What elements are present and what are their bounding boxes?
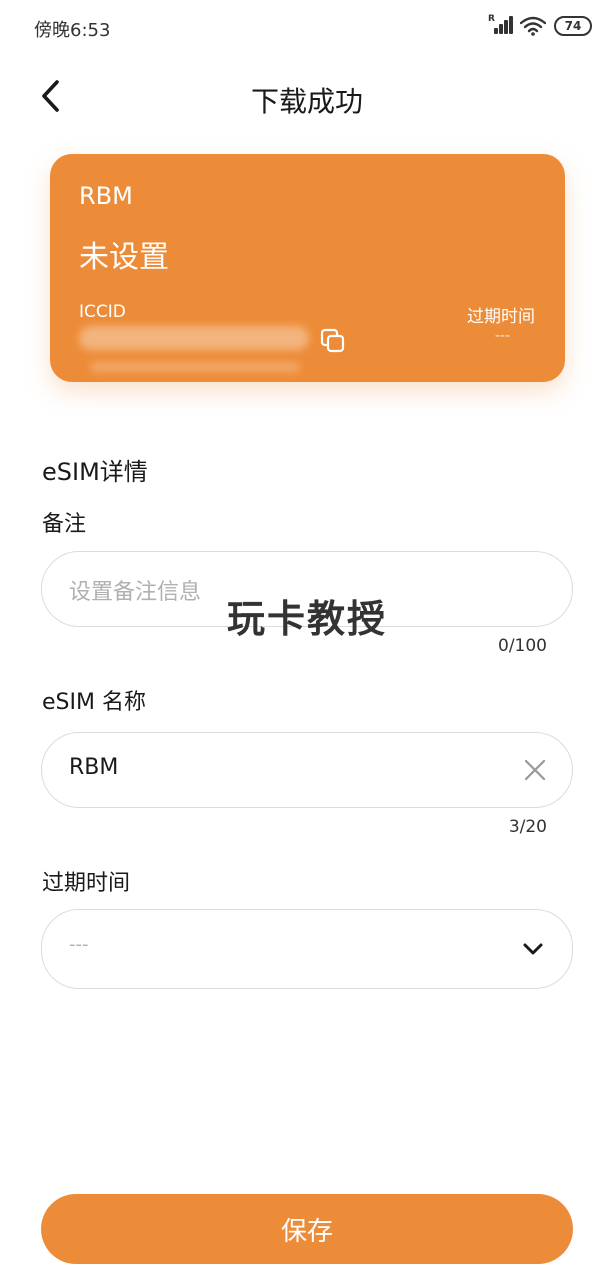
- signal-icon: R: [488, 14, 513, 36]
- status-bar: 傍晚6:53 R 74: [0, 0, 614, 56]
- card-expiry-label: 过期时间: [467, 307, 535, 327]
- wifi-icon: [520, 16, 546, 36]
- status-icons: R 74: [488, 14, 592, 36]
- note-placeholder: 设置备注信息: [69, 580, 202, 605]
- chevron-down-icon: [523, 943, 543, 955]
- expiry-label: 过期时间: [42, 871, 131, 896]
- copy-icon[interactable]: [320, 328, 346, 354]
- note-label: 备注: [42, 512, 87, 537]
- save-button[interactable]: 保存: [41, 1194, 573, 1264]
- iccid-redaction: [90, 362, 300, 372]
- note-counter: 0/100: [498, 636, 547, 656]
- clear-icon[interactable]: [522, 757, 548, 783]
- expiry-value: ---: [69, 934, 89, 955]
- note-input[interactable]: 设置备注信息: [41, 551, 573, 627]
- page-title: 下载成功: [250, 85, 363, 118]
- esim-card: RBM 未设置 ICCID 过期时间 ---: [50, 154, 565, 382]
- iccid-value-redacted: [79, 326, 309, 350]
- card-expiry-value: ---: [494, 328, 510, 344]
- card-carrier: RBM: [79, 182, 133, 210]
- header: 下载成功: [0, 60, 614, 136]
- name-value: RBM: [69, 755, 119, 780]
- section-title: eSIM详情: [42, 458, 148, 486]
- name-counter: 3/20: [508, 817, 547, 837]
- card-status: 未设置: [79, 240, 169, 275]
- name-label: eSIM 名称: [42, 690, 146, 715]
- status-time: 傍晚6:53: [34, 20, 111, 41]
- battery-indicator: 74: [554, 16, 592, 36]
- iccid-label: ICCID: [79, 302, 126, 322]
- expiry-select[interactable]: ---: [41, 909, 573, 989]
- name-input[interactable]: RBM: [41, 732, 573, 808]
